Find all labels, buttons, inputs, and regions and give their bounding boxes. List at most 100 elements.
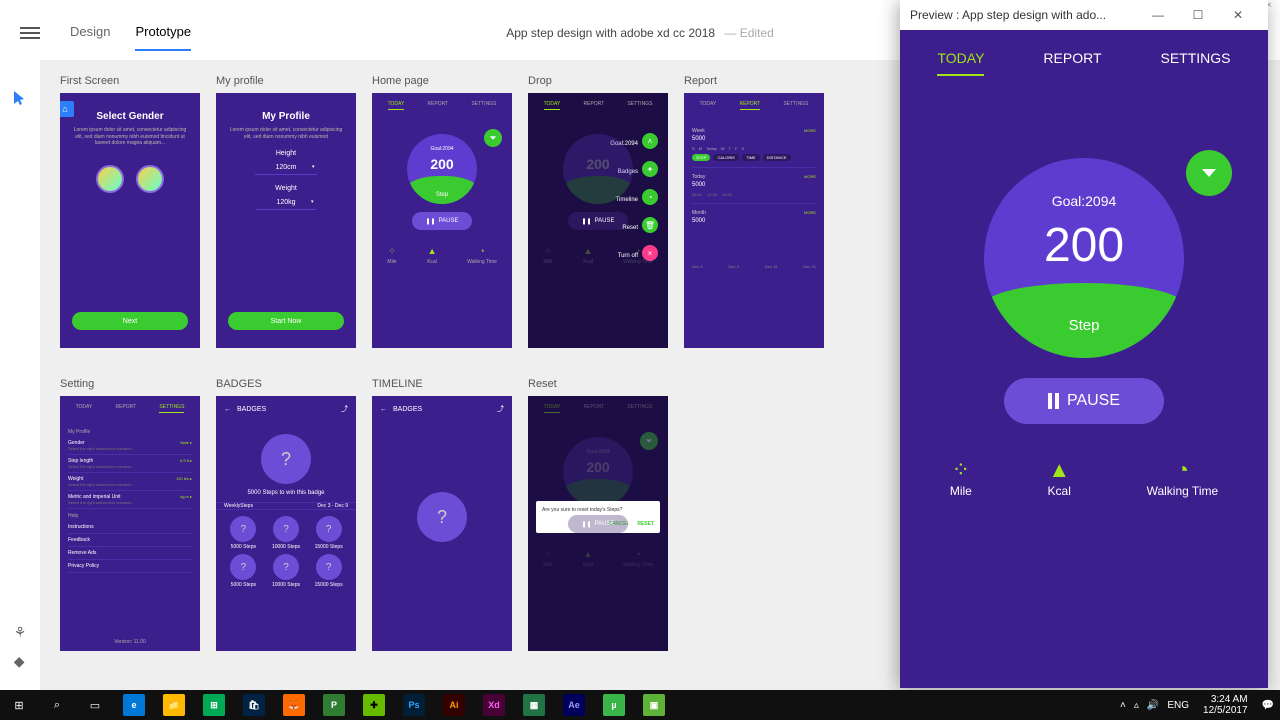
artboard-first-screen[interactable]: ⌂ Select Gender Lorem ipsum dolor sit am… xyxy=(60,93,200,348)
artboard-label: Report xyxy=(684,75,824,87)
step-progress-ring: Goal:2094 200 Step xyxy=(984,158,1184,358)
pause-button[interactable]: PAUSE xyxy=(1004,378,1164,424)
artboard-reset[interactable]: TODAYREPORTSETTINGS Goal:2094200 Are you… xyxy=(528,396,668,651)
select-tool-icon[interactable] xyxy=(12,90,28,106)
taskbar-app[interactable]: ▣ xyxy=(634,690,674,720)
stats-row: ⁘Mile ▲Kcal ◔Walking Time xyxy=(900,456,1268,498)
tab-settings[interactable]: SETTINGS xyxy=(1160,50,1230,76)
artboard-report[interactable]: TODAYREPORTSETTINGS WeekMORE 5000 SMToda… xyxy=(684,93,824,348)
stat-walk: Walking Time xyxy=(467,259,497,265)
network-icon[interactable]: ▵ xyxy=(1134,700,1139,711)
first-sub: Lorem ipsum dolor sit amet, consectetur … xyxy=(70,127,190,147)
artboard-label: Reset xyxy=(528,378,668,390)
share-icon[interactable]: ⤴ xyxy=(341,404,348,414)
clock[interactable]: 3:24 AM 12/5/2017 xyxy=(1197,694,1254,716)
taskbar-app[interactable]: Ps xyxy=(394,690,434,720)
start-now-button[interactable]: Start Now xyxy=(228,312,344,330)
minimize-icon[interactable]: — xyxy=(1138,8,1178,22)
artboard-label: TIMELINE xyxy=(372,378,512,390)
taskbar-app[interactable]: µ xyxy=(594,690,634,720)
clock-icon[interactable]: ◔ xyxy=(642,189,658,205)
tab-report[interactable]: REPORT xyxy=(1043,50,1101,76)
start-icon[interactable]: ⊞ xyxy=(0,690,38,720)
plugins-icon[interactable]: ⚘ xyxy=(14,624,27,641)
taskbar-app[interactable]: 📁 xyxy=(154,690,194,720)
taskbar-app[interactable]: ✚ xyxy=(354,690,394,720)
taskbar-app[interactable]: ▦ xyxy=(514,690,554,720)
artboard-label: My profile xyxy=(216,75,356,87)
pause-button[interactable]: ❚❚PAUSE xyxy=(412,212,472,230)
task-view-icon[interactable]: ▭ xyxy=(76,690,114,720)
home-flag-icon[interactable]: ⌂ xyxy=(60,101,74,117)
clock-date: 12/5/2017 xyxy=(1203,705,1248,716)
layers-icon[interactable]: ◆ xyxy=(14,653,27,670)
reset-button[interactable]: RESET xyxy=(637,521,654,527)
taskbar-app[interactable]: P xyxy=(314,690,354,720)
notification-icon[interactable]: 💬 xyxy=(1262,700,1274,711)
taskbar-app[interactable]: e xyxy=(114,690,154,720)
taskbar-app[interactable]: 🛍 xyxy=(234,690,274,720)
profile-title: My Profile xyxy=(262,111,310,122)
language-indicator[interactable]: ENG xyxy=(1167,700,1189,711)
artboard-my-profile[interactable]: My Profile Lorem ipsum dolor sit amet, c… xyxy=(216,93,356,348)
artboard-label: First Screen xyxy=(60,75,200,87)
tab-design[interactable]: Design xyxy=(70,14,110,51)
stat-walking: Walking Time xyxy=(1147,484,1219,498)
taskbar-apps: e📁⊞🛍🦊P✚PsAiXd▦Aeµ▣ xyxy=(114,690,674,720)
taskbar-app[interactable]: Ai xyxy=(434,690,474,720)
artboard-label: BADGES xyxy=(216,378,356,390)
trash-icon[interactable]: 🗑 xyxy=(642,217,658,233)
height-label: Height xyxy=(255,150,316,157)
taskbar-app[interactable]: Ae xyxy=(554,690,594,720)
tab-today[interactable]: TODAY xyxy=(937,50,984,76)
hamburger-icon[interactable] xyxy=(20,24,40,42)
height-value[interactable]: 120cm xyxy=(255,161,316,175)
reset-message: Are you sure to reset today's Steps? xyxy=(542,507,654,513)
weight-value[interactable]: 120kg xyxy=(256,196,315,210)
preview-window: Preview : App step design with ado... — … xyxy=(900,0,1268,688)
clock-icon: ◔ xyxy=(1147,456,1219,484)
step-label: Step xyxy=(407,192,477,198)
gift-icon[interactable]: ✦ xyxy=(642,161,658,177)
tab-prototype[interactable]: Prototype xyxy=(135,14,191,51)
back-icon[interactable]: ← xyxy=(380,406,387,413)
artboard-setting[interactable]: TODAYREPORTSETTINGS My Profile GenderSel… xyxy=(60,396,200,651)
expand-menu-button[interactable] xyxy=(1186,150,1232,196)
stat-kcal: Kcal xyxy=(427,259,437,265)
avatar-row xyxy=(96,165,164,193)
artboard-label: Setting xyxy=(60,378,200,390)
search-icon[interactable]: ⌕ xyxy=(38,690,76,720)
close-icon[interactable]: ✕ xyxy=(1218,8,1258,22)
left-tool-rail: ⚘ ◆ xyxy=(0,60,40,690)
tab-report[interactable]: REPORT xyxy=(428,101,449,110)
doc-title-text: App step design with adobe xd cc 2018 xyxy=(506,26,715,40)
stat-kcal: Kcal xyxy=(1048,484,1071,498)
chevron-up-icon[interactable]: ˄ xyxy=(642,133,658,149)
expand-icon[interactable] xyxy=(484,129,502,147)
artboard-home[interactable]: TODAYREPORTSETTINGS Goal:2094200Step ❚❚P… xyxy=(372,93,512,348)
step-label: Step xyxy=(984,317,1184,334)
maximize-icon[interactable]: ☐ xyxy=(1178,8,1218,22)
taskbar-app[interactable]: 🦊 xyxy=(274,690,314,720)
tab-today[interactable]: TODAY xyxy=(388,101,405,110)
goal-text: Goal:2094 xyxy=(407,146,477,152)
share-icon[interactable]: ⤴ xyxy=(497,404,504,414)
artboard-badges[interactable]: ←BADGES⤴ ? 5000 Steps to win this badge … xyxy=(216,396,356,651)
stat-mile: Mile xyxy=(950,484,972,498)
next-button[interactable]: Next xyxy=(72,312,188,330)
preview-content: TODAY REPORT SETTINGS Goal:2094 200 Step… xyxy=(900,30,1268,688)
tray-chevron-icon[interactable]: ˄ xyxy=(1120,700,1126,711)
windows-taskbar: ⊞ ⌕ ▭ e📁⊞🛍🦊P✚PsAiXd▦Aeµ▣ ˄ ▵ 🔊 ENG 3:24 … xyxy=(0,690,1280,720)
preview-titlebar[interactable]: Preview : App step design with ado... — … xyxy=(900,0,1268,30)
preview-tabs: TODAY REPORT SETTINGS xyxy=(900,30,1268,88)
back-icon[interactable]: ← xyxy=(224,406,231,413)
taskbar-app[interactable]: Xd xyxy=(474,690,514,720)
taskbar-app[interactable]: ⊞ xyxy=(194,690,234,720)
doc-edited-flag: — Edited xyxy=(724,26,773,40)
goal-text: Goal:2094 xyxy=(984,193,1184,209)
tab-settings[interactable]: SETTINGS xyxy=(471,101,496,110)
clock-time: 3:24 AM xyxy=(1203,694,1248,705)
artboard-timeline[interactable]: ←BADGES⤴ ? xyxy=(372,396,512,651)
artboard-drop[interactable]: TODAYREPORTSETTINGS Goal:2094˄ Badges✦ T… xyxy=(528,93,668,348)
volume-icon[interactable]: 🔊 xyxy=(1147,700,1159,711)
